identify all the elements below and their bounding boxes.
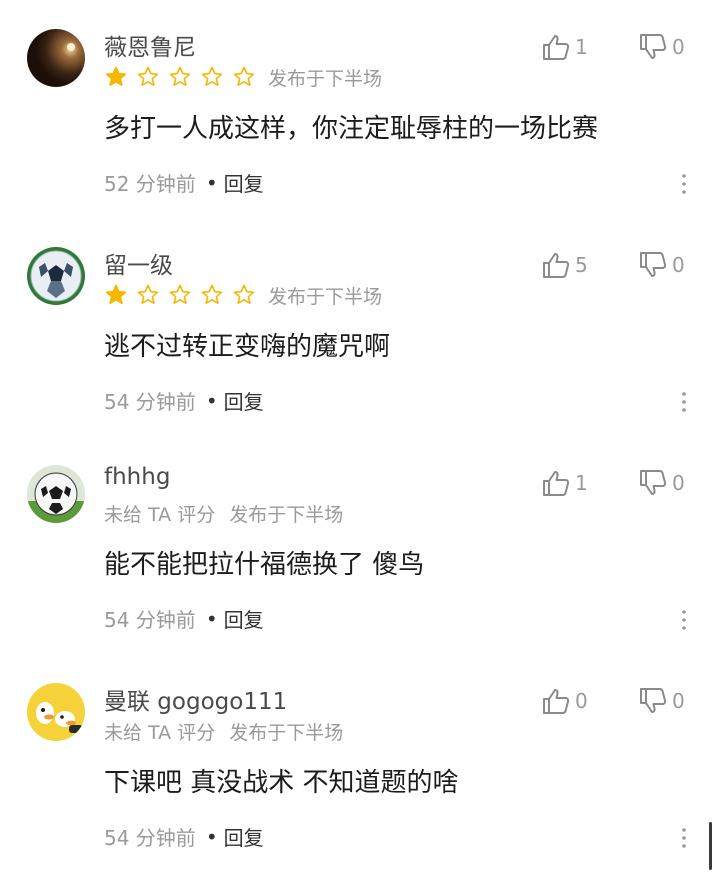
meta-line: 发布于下半场 [104,281,382,309]
star-icon [137,284,159,304]
meta-line: 发布于下半场 [104,63,382,91]
timestamp: 54 分钟前 [104,608,196,632]
more-vertical-icon[interactable] [670,388,698,416]
reply-button[interactable]: 回复 [224,386,264,415]
rating-stars [104,283,256,307]
like-count: 5 [575,253,588,277]
like-button[interactable]: 1 [541,32,588,62]
username[interactable]: fhhhg [104,464,170,490]
dislike-button[interactable]: 0 [638,468,685,498]
star-icon [233,66,255,86]
comment-item: 留一级 发布于下半场 逃不过转正变嗨的魔咒啊 54 分钟前 • 回复 5 0 [0,218,720,436]
no-rating-label: 未给 TA 评分 [104,503,216,526]
thumbs-down-icon [640,688,667,713]
dislike-button[interactable]: 0 [638,686,685,716]
comment-text: 多打一人成这样，你注定耻辱柱的一场比赛 [104,114,599,144]
comment-item: fhhhg 未给 TA 评分 发布于下半场 能不能把拉什福德换了 傻鸟 54 分… [0,436,720,654]
comment-item: 薇恩鲁尼 发布于下半场 多打一人成这样，你注定耻辱柱的一场比赛 52 分钟前 •… [0,0,720,218]
rating-stars [104,65,256,89]
dislike-count: 0 [672,471,685,495]
thumbs-up-icon [543,689,570,714]
dislike-count: 0 [672,253,685,277]
avatar[interactable] [27,465,85,523]
comment-item: 曼联 gogogo111 未给 TA 评分 发布于下半场 下课吧 真没战术 不知… [0,654,720,872]
thumbs-up-icon [543,471,570,496]
no-rating-label: 未给 TA 评分 [104,721,216,744]
meta-line: 未给 TA 评分 发布于下半场 [104,717,343,745]
more-vertical-icon[interactable] [670,170,698,198]
username[interactable]: 薇恩鲁尼 [104,28,196,62]
like-count: 1 [575,471,588,495]
thumbs-up-icon [543,253,570,278]
dislike-count: 0 [672,689,685,713]
star-icon [233,284,255,304]
like-count: 0 [575,689,588,713]
star-icon [201,66,223,86]
comment-footer: 54 分钟前 • 回复 [104,604,264,633]
thumbs-down-icon [640,252,667,277]
half-label: 发布于下半场 [229,721,344,744]
like-count: 1 [575,35,588,59]
separator-dot: • [205,606,218,631]
star-icon [105,284,127,304]
like-button[interactable]: 1 [541,468,588,498]
dislike-button[interactable]: 0 [638,250,685,280]
timestamp: 54 分钟前 [104,390,196,414]
star-icon [169,66,191,86]
separator-dot: • [205,170,218,195]
like-button[interactable]: 0 [541,686,588,716]
reply-button[interactable]: 回复 [224,168,264,197]
username[interactable]: 留一级 [104,246,173,280]
scrollbar[interactable] [709,822,712,870]
half-label: 发布于下半场 [268,285,383,308]
more-vertical-icon[interactable] [670,606,698,634]
star-icon [105,66,127,86]
timestamp: 52 分钟前 [104,172,196,196]
thumbs-down-icon [640,34,667,59]
comment-text: 能不能把拉什福德换了 傻鸟 [104,550,425,580]
reply-button[interactable]: 回复 [224,604,264,633]
star-icon [169,284,191,304]
half-label: 发布于下半场 [229,503,344,526]
comment-footer: 54 分钟前 • 回复 [104,386,264,415]
avatar[interactable] [27,247,85,305]
meta-line: 未给 TA 评分 发布于下半场 [104,499,343,527]
comment-footer: 52 分钟前 • 回复 [104,168,264,197]
comment-text: 逃不过转正变嗨的魔咒啊 [104,332,391,362]
star-icon [137,66,159,86]
dislike-count: 0 [672,35,685,59]
thumbs-up-icon [543,35,570,60]
like-button[interactable]: 5 [541,250,588,280]
separator-dot: • [205,388,218,413]
separator-dot: • [205,824,218,849]
thumbs-down-icon [640,470,667,495]
avatar[interactable] [27,683,85,741]
reply-button[interactable]: 回复 [224,822,264,851]
username[interactable]: 曼联 gogogo111 [104,682,287,716]
comment-text: 下课吧 真没战术 不知道题的啥 [104,768,459,798]
more-vertical-icon[interactable] [670,824,698,852]
avatar[interactable] [27,29,85,87]
timestamp: 54 分钟前 [104,826,196,850]
comment-footer: 54 分钟前 • 回复 [104,822,264,851]
star-icon [201,284,223,304]
dislike-button[interactable]: 0 [638,32,685,62]
half-label: 发布于下半场 [268,67,383,90]
